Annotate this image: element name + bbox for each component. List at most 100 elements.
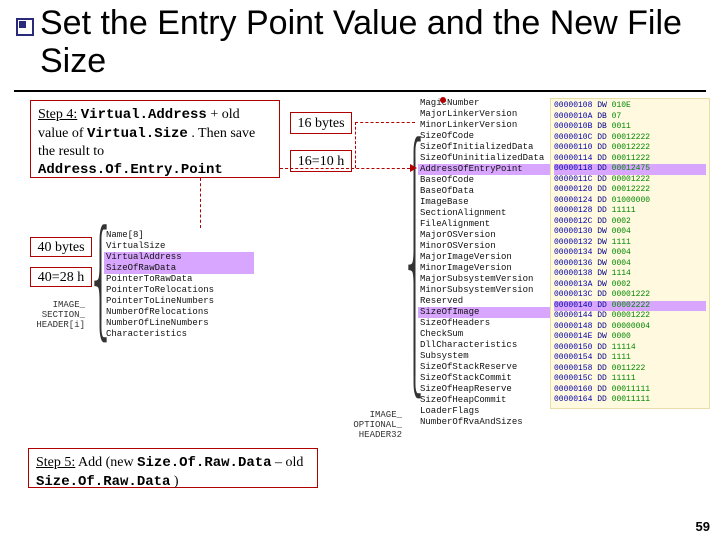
hex-row: 0000013C DD 00001222 bbox=[554, 290, 706, 301]
hex-row: 00000136 DW 0004 bbox=[554, 259, 706, 270]
arrow-head-icon bbox=[410, 164, 417, 172]
hex-row: 00000164 DD 00011111 bbox=[554, 395, 706, 406]
ish-field: NumberOfRelocations bbox=[104, 307, 254, 318]
opt-field: BaseOfData bbox=[418, 186, 558, 197]
page-number: 59 bbox=[696, 519, 710, 534]
step4-vs: Virtual.Size bbox=[87, 126, 188, 142]
hex-row: 00000124 DD 01000000 bbox=[554, 196, 706, 207]
hex-row: 0000015C DD 11111 bbox=[554, 374, 706, 385]
opt-field: Reserved bbox=[418, 296, 558, 307]
hex-row: 00000114 DD 00011222 bbox=[554, 154, 706, 165]
opt-field: Subsystem bbox=[418, 351, 558, 362]
opt-field: SizeOfImage bbox=[418, 307, 558, 318]
label-40-bytes: 40 bytes bbox=[30, 237, 92, 257]
title-bullet-dot bbox=[19, 21, 26, 28]
step5-close: ) bbox=[174, 474, 179, 489]
ish-field: PointerToLineNumbers bbox=[104, 296, 254, 307]
hex-row: 0000011C DD 00001222 bbox=[554, 175, 706, 186]
ish-field-list: Name[8]VirtualSizeVirtualAddressSizeOfRa… bbox=[104, 230, 254, 340]
ish-field: PointerToRawData bbox=[104, 274, 254, 285]
hex-row: 00000128 DD 11111 bbox=[554, 206, 706, 217]
opt-field: MagicNumber bbox=[418, 98, 558, 109]
connector-line-icon bbox=[200, 178, 201, 228]
opt-field: NumberOfRvaAndSizes bbox=[418, 417, 558, 428]
opt-field: ImageBase bbox=[418, 197, 558, 208]
hex-row: 00000134 DW 0004 bbox=[554, 248, 706, 259]
hex-row: 00000158 DD 0011222 bbox=[554, 364, 706, 375]
label-16-bytes: 16 bytes bbox=[290, 112, 352, 134]
opt-field: SizeOfStackReserve bbox=[418, 362, 558, 373]
opt-field: MajorImageVersion bbox=[418, 252, 558, 263]
step4-box: Step 4: Virtual.Address + old value of V… bbox=[30, 100, 280, 178]
hex-row: 0000014E DW 0000 bbox=[554, 332, 706, 343]
step4-prefix: Step 4: bbox=[38, 107, 77, 122]
hex-row: 0000010C DD 00012222 bbox=[554, 133, 706, 144]
step5-text: Add (new bbox=[78, 455, 137, 470]
hex-row: 00000120 DD 00012222 bbox=[554, 185, 706, 196]
ish-field: SizeOfRawData bbox=[104, 263, 254, 274]
ish-field: VirtualAddress bbox=[104, 252, 254, 263]
ish-field: NumberOfLineNumbers bbox=[104, 318, 254, 329]
ish-field: Characteristics bbox=[104, 329, 254, 340]
connector-line-icon bbox=[355, 122, 415, 123]
hex-row: 00000138 DW 1114 bbox=[554, 269, 706, 280]
opt-field: FileAlignment bbox=[418, 219, 558, 230]
opt-field: SizeOfCode bbox=[418, 131, 558, 142]
opt-field: MinorImageVersion bbox=[418, 263, 558, 274]
opt-field: AddressOfEntryPoint bbox=[418, 164, 558, 175]
hex-row: 00000140 DD 00002222 bbox=[554, 301, 706, 312]
hex-row: 00000130 DW 0004 bbox=[554, 227, 706, 238]
label-40-hex: 40=28 h bbox=[30, 267, 92, 287]
connector-line-icon bbox=[355, 122, 356, 168]
hex-row: 00000110 DD 00012222 bbox=[554, 143, 706, 154]
opt-field: SizeOfUninitializedData bbox=[418, 153, 558, 164]
hex-row: 00000108 DW 010E bbox=[554, 101, 706, 112]
hex-row: 00000150 DD 11114 bbox=[554, 343, 706, 354]
opt-field: SizeOfInitializedData bbox=[418, 142, 558, 153]
slide: Set the Entry Point Value and the New Fi… bbox=[0, 0, 720, 540]
hex-row: 0000010B DB 0011 bbox=[554, 122, 706, 133]
ish-field: PointerToRelocations bbox=[104, 285, 254, 296]
opt-field: MajorSubsystemVersion bbox=[418, 274, 558, 285]
opt-field: SizeOfHeaders bbox=[418, 318, 558, 329]
ish-field: VirtualSize bbox=[104, 241, 254, 252]
title-rule bbox=[14, 90, 706, 92]
opt-field: CheckSum bbox=[418, 329, 558, 340]
step5-sord: Size.Of.Raw.Data bbox=[137, 455, 271, 471]
step5-prefix: Step 5: bbox=[36, 455, 75, 470]
opt-field-list: MagicNumberMajorLinkerVersionMinorLinker… bbox=[418, 98, 558, 428]
opt-field: MajorLinkerVersion bbox=[418, 109, 558, 120]
opt-field: BaseOfCode bbox=[418, 175, 558, 186]
opt-field: SizeOfHeapReserve bbox=[418, 384, 558, 395]
hex-row: 00000118 DD 00012475 bbox=[554, 164, 706, 175]
hex-row: 00000144 DD 00001222 bbox=[554, 311, 706, 322]
step4-va: Virtual.Address bbox=[81, 107, 207, 123]
ish-field: Name[8] bbox=[104, 230, 254, 241]
ish-label: IMAGE_SECTION_HEADER[i] bbox=[20, 300, 85, 330]
opt-field: LoaderFlags bbox=[418, 406, 558, 417]
opt-field: MinorLinkerVersion bbox=[418, 120, 558, 131]
step5-box: Step 5: Add (new Size.Of.Raw.Data – old … bbox=[28, 448, 318, 488]
opt-field: SizeOfHeapCommit bbox=[418, 395, 558, 406]
step5-minus: – old bbox=[275, 455, 303, 470]
hex-row: 00000148 DD 00000004 bbox=[554, 322, 706, 333]
opt-field: MinorSubsystemVersion bbox=[418, 285, 558, 296]
connector-dot-icon bbox=[440, 97, 446, 103]
opt-field: SectionAlignment bbox=[418, 208, 558, 219]
hex-row: 00000154 DD 1111 bbox=[554, 353, 706, 364]
slide-title: Set the Entry Point Value and the New Fi… bbox=[40, 4, 700, 80]
opt-field: MinorOSVersion bbox=[418, 241, 558, 252]
opt-label: IMAGE_OPTIONAL_HEADER32 bbox=[340, 410, 402, 440]
opt-field: SizeOfStackCommit bbox=[418, 373, 558, 384]
hex-dump: 00000108 DW 010E0000010A DB 070000010B D… bbox=[550, 98, 710, 409]
opt-field: DllCharacteristics bbox=[418, 340, 558, 351]
hex-row: 00000160 DD 00011111 bbox=[554, 385, 706, 396]
hex-row: 0000012C DD 0002 bbox=[554, 217, 706, 228]
connector-line-icon bbox=[280, 168, 410, 169]
hex-row: 00000132 DW 1111 bbox=[554, 238, 706, 249]
opt-field: MajorOSVersion bbox=[418, 230, 558, 241]
step5-sord2: Size.Of.Raw.Data bbox=[36, 474, 170, 490]
hex-row: 0000013A DW 0002 bbox=[554, 280, 706, 291]
step4-aoep: Address.Of.Entry.Point bbox=[38, 162, 223, 178]
hex-row: 0000010A DB 07 bbox=[554, 112, 706, 123]
